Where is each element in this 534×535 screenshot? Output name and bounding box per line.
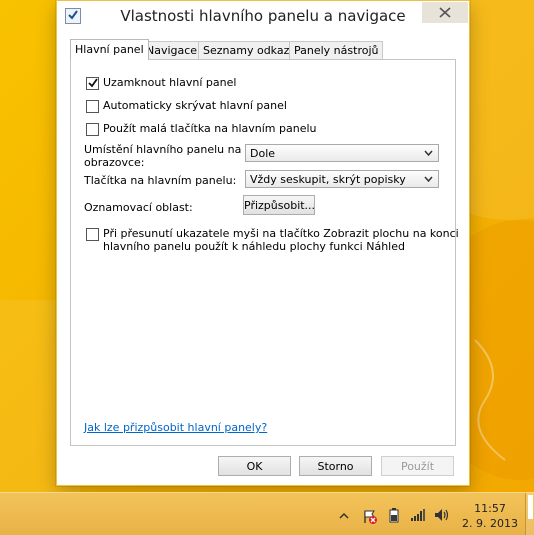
location-dropdown[interactable]: Dole [245,144,439,162]
tab-toolbars[interactable]: Panely nástrojů [289,41,384,59]
location-label-line1: Umístění hlavního panelu na [84,143,242,156]
checkmark-icon [88,78,98,88]
cancel-button[interactable]: Storno [299,456,372,476]
location-label: Umístění hlavního panelu na obrazovce: [84,143,241,169]
autohide-checkbox[interactable] [86,100,99,113]
peek-option[interactable]: Při přesunutí ukazatele myši na tlačítko… [86,227,459,253]
peek-label-line2: hlavního panelu použít k náhledu plochy … [103,240,405,253]
chevron-up-icon[interactable] [339,512,349,519]
buttons-value: Vždy seskupit, skrýt popisky [250,173,406,186]
peek-checkbox[interactable] [86,228,99,241]
small-buttons-checkbox[interactable] [86,123,99,136]
desktop-scribble [474,339,506,461]
help-link[interactable]: Jak lze přizpůsobit hlavní panely? [84,421,267,434]
location-value: Dole [250,147,276,160]
show-desktop-highlight [528,495,533,519]
chevron-down-icon [424,150,433,157]
volume-icon[interactable] [434,508,452,522]
apply-button[interactable]: Použít [381,456,454,476]
customize-button[interactable]: Přizpůsobit... [243,195,315,215]
notification-area-label: Oznamovací oblast: [84,201,193,214]
clock-time: 11:57 [474,502,506,515]
buttons-dropdown[interactable]: Vždy seskupit, skrýt popisky [245,170,439,188]
lock-taskbar-option[interactable]: Uzamknout hlavní panel [86,76,236,90]
tab-navigation[interactable]: Navigace [141,41,203,59]
show-desktop-button[interactable] [525,493,534,535]
taskbar: 11:57 2. 9. 2013 [0,492,534,535]
taskbar-properties-dialog: Vlastnosti hlavního panelu a navigace Hl… [56,0,470,486]
network-signal-icon[interactable] [410,508,426,522]
window-title: Vlastnosti hlavního panelu a navigace [120,7,406,25]
action-center-flag-icon[interactable] [362,509,378,525]
location-label-line2: obrazovce: [84,156,145,169]
buttons-label: Tlačítka na hlavním panelu: [84,174,237,187]
title-bar[interactable]: Vlastnosti hlavního panelu a navigace [57,1,469,32]
clock-date: 2. 9. 2013 [462,517,518,530]
tab-taskbar[interactable]: Hlavní panel [70,39,149,60]
tab-jump-lists[interactable]: Seznamy odkazů [198,41,302,59]
ok-button[interactable]: OK [218,456,291,476]
peek-label-line1: Při přesunutí ukazatele myši na tlačítko… [103,227,459,240]
peek-label: Při přesunutí ukazatele myši na tlačítko… [103,227,459,253]
chevron-down-icon [424,176,433,183]
tab-panel: Uzamknout hlavní panel Automaticky skrýv… [70,59,459,446]
clock[interactable]: 11:57 2. 9. 2013 [461,501,519,531]
close-button[interactable] [422,2,468,23]
power-icon[interactable] [386,507,402,525]
close-icon [439,7,451,18]
lock-taskbar-checkbox[interactable] [86,77,99,90]
autohide-label: Automaticky skrývat hlavní panel [103,99,287,112]
small-buttons-label: Použít malá tlačítka na hlavním panelu [103,122,317,135]
small-buttons-option[interactable]: Použít malá tlačítka na hlavním panelu [86,122,317,136]
autohide-option[interactable]: Automaticky skrývat hlavní panel [86,99,287,113]
lock-taskbar-label: Uzamknout hlavní panel [103,76,237,89]
